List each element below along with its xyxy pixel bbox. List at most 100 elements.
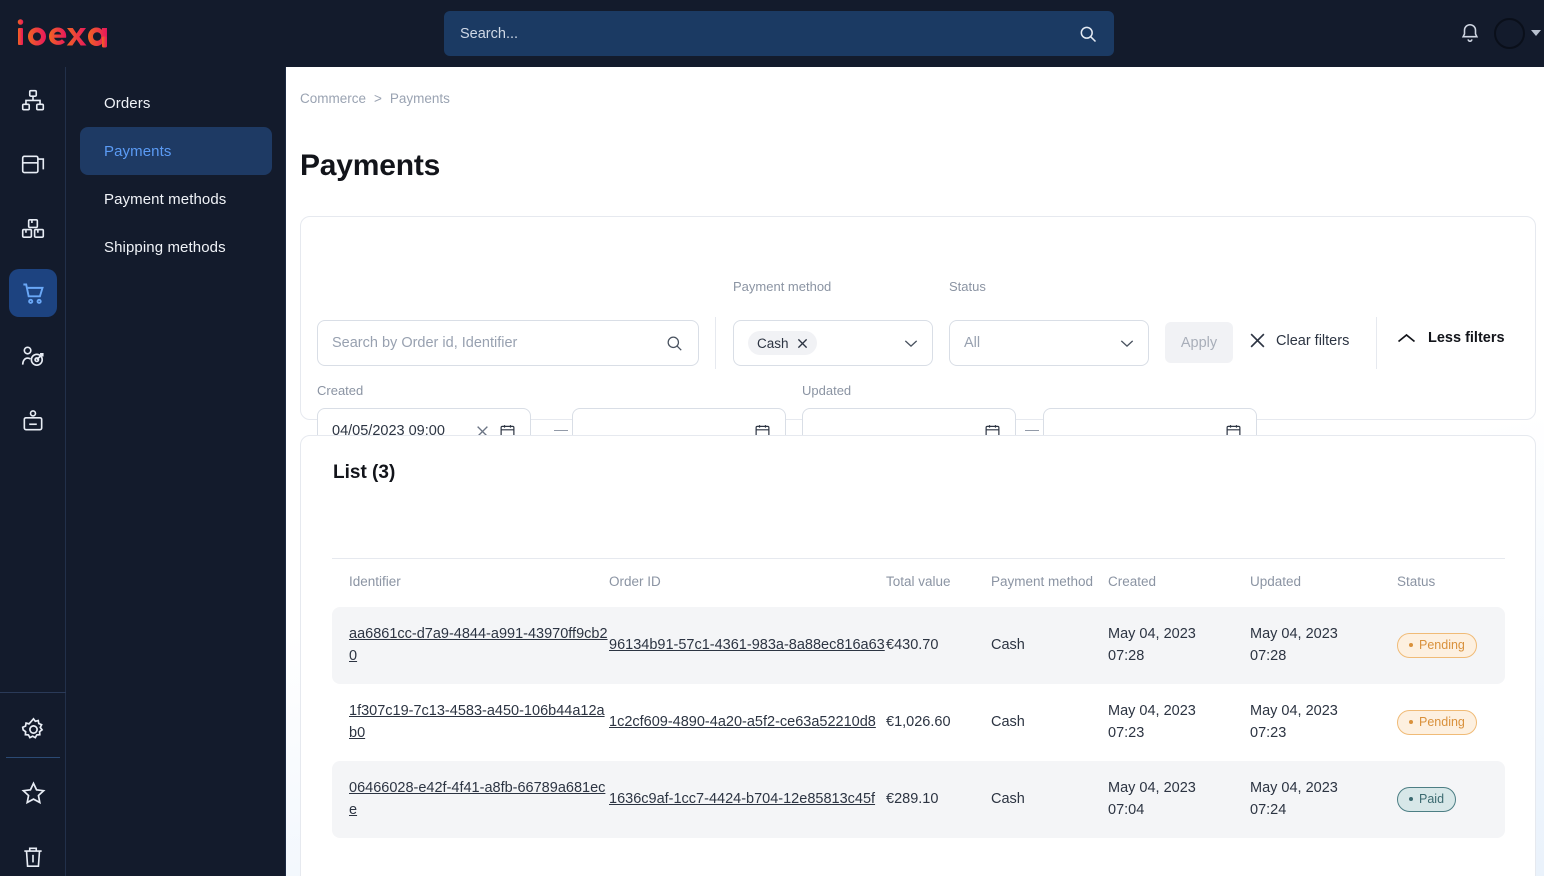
ibexa-logo[interactable] (17, 18, 135, 48)
chevron-down-icon[interactable] (1531, 30, 1541, 36)
sidebar-item-label: Orders (104, 94, 151, 112)
icon-rail (0, 67, 66, 876)
cell-identifier: aa6861cc-d7a9-4844-a991-43970ff9cb20 (332, 607, 609, 684)
cell-order-id: 1636c9af-1cc7-4424-b704-12e85813c45f (609, 760, 886, 838)
search-input[interactable]: Search by Order id, Identifier (317, 320, 699, 366)
secondary-nav: Orders Payments Payment methods Shipping… (66, 67, 286, 876)
cell-created: May 04, 2023 07:04 (1108, 760, 1250, 838)
filter-panel: Search by Order id, Identifier Payment m… (300, 216, 1536, 454)
search-icon (517, 334, 536, 353)
table-row[interactable]: aa6861cc-d7a9-4844-a991-43970ff9cb20 961… (332, 607, 1505, 684)
table-row[interactable]: 06466028-e42f-4f41-a8fb-66789a681ece 163… (332, 760, 1505, 838)
rail-item-trash[interactable] (9, 833, 57, 876)
list-divider (332, 558, 1505, 559)
cell-created: May 04, 2023 07:23 (1108, 684, 1250, 761)
cell-updated: May 04, 2023 07:28 (1250, 607, 1397, 684)
updated-value: May 04, 2023 07:24 (1250, 779, 1338, 819)
created-value: May 04, 2023 07:28 (1108, 626, 1196, 665)
avatar[interactable] (1494, 18, 1525, 49)
payments-list-card: List (3) Identifier Order ID Total value… (300, 435, 1536, 876)
star-icon (20, 780, 46, 804)
main-content: Commerce > Payments Payments Search by O… (286, 67, 1544, 876)
sidebar-item-shipping-methods[interactable]: Shipping methods (80, 223, 272, 271)
identifier-link[interactable]: aa6861cc-d7a9-4844-a991-43970ff9cb20 (349, 626, 608, 664)
order-id-link[interactable]: 96134b91-57c1-4361-983a-8a88ec816a63 (609, 637, 885, 653)
cell-payment-method: Cash (991, 760, 1108, 838)
chevron-down-icon[interactable] (904, 339, 918, 348)
column-header-created[interactable]: Created (1108, 566, 1250, 607)
shopping-cart-icon (22, 283, 44, 304)
chevron-down-icon[interactable] (1120, 339, 1134, 348)
updated-value: May 04, 2023 07:23 (1250, 702, 1338, 742)
sidebar-item-orders[interactable]: Orders (80, 79, 272, 127)
payment-method-select[interactable]: Cash (733, 320, 933, 366)
filter-divider-right (1376, 317, 1377, 369)
less-filters-label: Less filters (1428, 330, 1505, 346)
rail-divider-bottom (6, 757, 60, 758)
close-icon (1250, 333, 1265, 348)
payments-table: Identifier Order ID Total value Payment … (332, 566, 1505, 838)
status-badge-label: Paid (1419, 792, 1445, 807)
global-search-placeholder: Search... (460, 25, 519, 42)
breadcrumb-current: Payments (389, 91, 450, 106)
rail-item-pages[interactable] (9, 141, 57, 189)
cell-status: Paid (1397, 760, 1505, 838)
list-title: List (3) (333, 462, 396, 483)
cell-total-value: €1,026.60 (886, 714, 951, 731)
table-header-row: Identifier Order ID Total value Payment … (332, 566, 1505, 607)
cell-order-id: 96134b91-57c1-4361-983a-8a88ec816a63 (609, 607, 886, 684)
rail-item-customers[interactable] (9, 333, 57, 381)
rail-item-settings[interactable] (9, 705, 57, 753)
cell-updated: May 04, 2023 07:23 (1250, 684, 1397, 761)
order-id-link[interactable]: 1636c9af-1cc7-4424-b704-12e85813c45f (609, 791, 875, 807)
sidebar-item-payments[interactable]: Payments (80, 127, 272, 175)
rail-item-products[interactable] (9, 205, 57, 253)
rail-item-commerce[interactable] (9, 269, 57, 317)
rail-divider-top (0, 692, 66, 693)
trash-icon (24, 847, 42, 868)
pages-icon (21, 155, 45, 174)
status-label: Status (949, 279, 986, 294)
order-id-link[interactable]: 1c2cf609-4890-4a20-a5f2-ce63a52210d8 (609, 714, 876, 730)
cell-total-value: €289.10 (886, 760, 991, 838)
updated-value: May 04, 2023 07:28 (1250, 626, 1338, 665)
created-label: Created (317, 383, 364, 398)
close-icon[interactable] (797, 338, 808, 349)
column-header-updated[interactable]: Updated (1250, 566, 1397, 607)
identifier-link[interactable]: 06466028-e42f-4f41-a8fb-66789a681ece (349, 780, 605, 818)
column-header-status[interactable]: Status (1397, 566, 1505, 607)
search-icon (1080, 26, 1097, 42)
status-badge-label: Pending (1419, 638, 1465, 653)
status-select[interactable]: All (949, 320, 1149, 366)
cell-created: May 04, 2023 07:28 (1108, 607, 1250, 684)
bell-icon[interactable] (1459, 22, 1481, 44)
column-header-payment-method[interactable]: Payment method (991, 566, 1108, 607)
sidebar-item-label: Shipping methods (104, 238, 226, 256)
column-header-identifier[interactable]: Identifier (332, 566, 609, 607)
global-search[interactable]: Search... (444, 11, 1114, 56)
status-badge: Pending (1397, 709, 1477, 735)
clear-filters-label: Clear filters (1276, 332, 1350, 349)
table-row[interactable]: 1f307c19-7c13-4583-a450-106b44a12ab0 1c2… (332, 684, 1505, 761)
clear-filters-button[interactable]: Clear filters (1249, 332, 1349, 349)
cell-identifier: 1f307c19-7c13-4583-a450-106b44a12ab0 (332, 684, 609, 761)
identifier-link[interactable]: 1f307c19-7c13-4583-a450-106b44a12ab0 (349, 703, 605, 741)
search-submit-icon[interactable] (665, 334, 684, 353)
sidebar-item-payment-methods[interactable]: Payment methods (80, 175, 272, 223)
search-input-placeholder: Search by Order id, Identifier (332, 335, 518, 351)
cell-status: Pending (1397, 607, 1505, 684)
less-filters-toggle[interactable]: Less filters (1397, 330, 1505, 346)
top-bar: Search... (0, 0, 1544, 67)
filter-divider (715, 317, 716, 369)
rail-item-user-card[interactable] (9, 397, 57, 445)
column-header-order-id[interactable]: Order ID (609, 566, 886, 607)
cell-updated: May 04, 2023 07:24 (1250, 760, 1397, 838)
rail-item-sitemap[interactable] (9, 77, 57, 125)
apply-button[interactable]: Apply (1165, 322, 1233, 363)
payment-method-chip[interactable]: Cash (748, 331, 817, 355)
column-header-total-value[interactable]: Total value (886, 566, 991, 607)
breadcrumb-commerce[interactable]: Commerce (300, 91, 366, 106)
status-value: All (964, 335, 981, 351)
user-card-icon (23, 410, 43, 431)
rail-item-bookmarks[interactable] (9, 769, 57, 817)
